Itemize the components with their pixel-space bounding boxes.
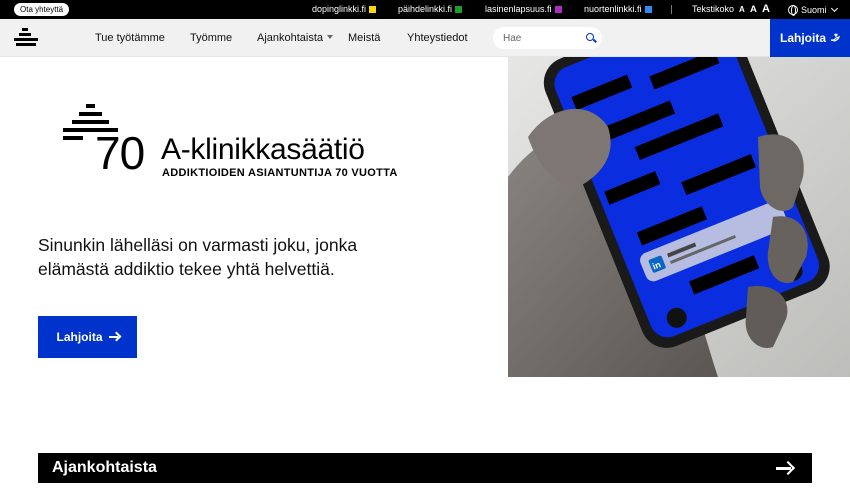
site-link-dopinglinkki[interactable]: dopinglinkki.fi bbox=[312, 0, 377, 19]
nav-item-label: Ajankohtaista bbox=[257, 32, 324, 44]
donate-label: Lahjoita bbox=[779, 31, 826, 45]
search-box bbox=[493, 27, 602, 49]
site-link-lasinenlapsuus[interactable]: lasinenlapsuus.fi bbox=[485, 0, 562, 19]
main-nav: Tue työtämme Työmme Ajankohtaista Meistä… bbox=[0, 19, 850, 57]
nav-item-tue-tyotamme[interactable]: Tue työtämme bbox=[95, 19, 165, 57]
globe-icon bbox=[788, 4, 798, 16]
site-link-paihdelinkki[interactable]: päihdelinkki.fi bbox=[398, 0, 463, 19]
nav-item-ajankohtaista[interactable]: Ajankohtaista bbox=[257, 19, 334, 57]
arrow-right-icon bbox=[776, 462, 792, 474]
utility-bar: Ota yhteyttä dopinglinkki.fi päihdelinkk… bbox=[0, 0, 850, 19]
hero-image: in bbox=[508, 57, 850, 377]
divider bbox=[671, 5, 672, 14]
font-size-medium-button[interactable]: A bbox=[750, 0, 757, 19]
logo-tagline: ADDIKTIOIDEN ASIANTUNTIJA 70 VUOTTA bbox=[162, 167, 398, 179]
site-link-label: päihdelinkki.fi bbox=[398, 4, 453, 14]
hero-text: Sinunkin lähelläsi on varmasti joku, jon… bbox=[38, 235, 358, 279]
chevron-down-icon bbox=[830, 4, 838, 12]
nav-item-meista[interactable]: Meistä bbox=[348, 19, 380, 57]
font-size-large-button[interactable]: A bbox=[762, 0, 770, 19]
site-link-nuortenlinkki[interactable]: nuortenlinkki.fi bbox=[584, 0, 652, 19]
nav-item-tyomme[interactable]: Työmme bbox=[190, 19, 232, 57]
logo-icon[interactable] bbox=[14, 28, 38, 48]
search-input[interactable] bbox=[503, 30, 579, 46]
search-icon[interactable] bbox=[586, 33, 596, 43]
heart-hand-icon bbox=[830, 33, 840, 42]
text-size-label: Tekstikoko bbox=[692, 4, 735, 14]
nav-item-yhteystiedot[interactable]: Yhteystiedot bbox=[407, 19, 468, 57]
language-label: Suomi bbox=[801, 4, 827, 15]
donate-label: Lahjoita bbox=[56, 330, 103, 344]
color-square-icon bbox=[554, 5, 562, 13]
caret-down-icon bbox=[327, 35, 334, 39]
logo-name: A-klinikkasäätiö bbox=[161, 133, 365, 166]
site-link-label: dopinglinkki.fi bbox=[312, 4, 367, 14]
donate-button-header[interactable]: Lahjoita bbox=[770, 19, 850, 57]
donate-button-hero[interactable]: Lahjoita bbox=[38, 316, 137, 358]
site-link-label: nuortenlinkki.fi bbox=[584, 4, 642, 14]
language-selector[interactable]: Suomi bbox=[788, 0, 838, 19]
arrow-right-icon bbox=[108, 333, 119, 341]
color-square-icon bbox=[455, 5, 463, 13]
news-section-link[interactable]: Ajankohtaista bbox=[38, 453, 812, 483]
site-link-label: lasinenlapsuus.fi bbox=[485, 4, 552, 14]
contact-button[interactable]: Ota yhteyttä bbox=[14, 3, 70, 16]
font-size-small-button[interactable]: A bbox=[739, 0, 745, 19]
color-square-icon bbox=[644, 5, 652, 13]
news-section-title: Ajankohtaista bbox=[52, 459, 157, 476]
logo-number: 70 bbox=[95, 127, 145, 179]
color-square-icon bbox=[369, 5, 377, 13]
